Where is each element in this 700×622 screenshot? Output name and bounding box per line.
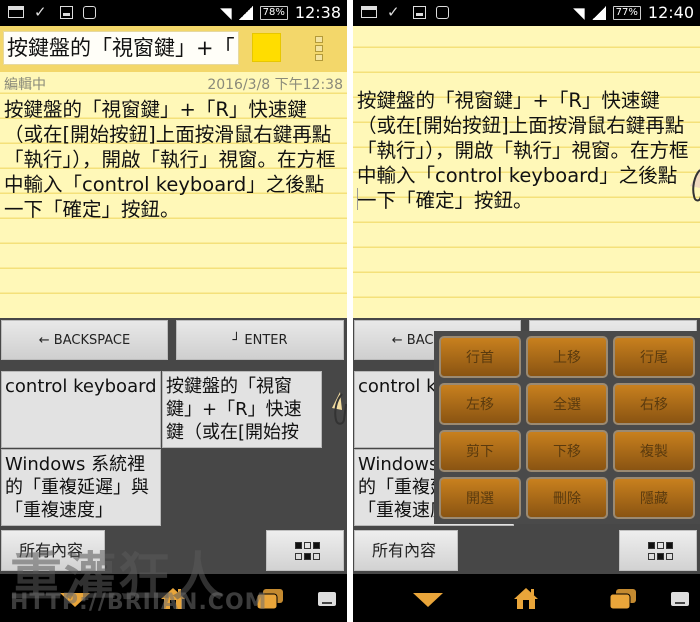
- move-right-button[interactable]: 右移: [613, 383, 695, 425]
- clipboard-item[interactable]: control keyboard: [1, 371, 161, 448]
- grid-cell-icon: [313, 553, 320, 560]
- navigation-bar: [0, 574, 347, 622]
- overflow-menu-button[interactable]: [315, 36, 325, 61]
- left-screen: ✓ ◥ 78% 12:38 按鍵盤的「視窗鍵」+「 編輯中 2016/3/8 下…: [0, 0, 347, 622]
- move-left-button[interactable]: 左移: [439, 383, 521, 425]
- home-icon[interactable]: [160, 586, 186, 610]
- recent-apps-icon[interactable]: [609, 588, 637, 610]
- menu-dot-icon: [315, 45, 323, 52]
- line-start-button[interactable]: 行首: [439, 336, 521, 378]
- move-down-button[interactable]: 下移: [526, 430, 608, 472]
- line-end-button[interactable]: 行尾: [613, 336, 695, 378]
- image-icon: [60, 5, 73, 19]
- grid-cell-icon: [666, 553, 673, 560]
- paperclip-icon: [690, 168, 700, 202]
- database-icon: [83, 5, 96, 19]
- battery-indicator: 78%: [259, 5, 288, 20]
- edit-tools-toggle-button[interactable]: [266, 530, 344, 571]
- grid-cell-icon: [657, 553, 664, 560]
- clock: 12:38: [294, 3, 341, 22]
- image-icon: [413, 5, 426, 19]
- hide-button[interactable]: 隱藏: [613, 477, 695, 519]
- wifi-icon: ◥: [573, 3, 585, 22]
- grid-cell-icon: [666, 542, 673, 549]
- note-editor[interactable]: 按鍵盤的「視窗鍵」+「R」快速鍵（或在[開始按鈕]上面按滑鼠右鍵再點「執行」），…: [353, 26, 700, 537]
- signal-icon: [591, 5, 606, 20]
- grid-cell-icon: [304, 553, 311, 560]
- check-icon: ✓: [34, 3, 47, 21]
- edit-status: 編輯中: [4, 77, 46, 93]
- grid-cell-icon: [648, 553, 655, 560]
- all-content-button[interactable]: 所有內容: [354, 530, 458, 571]
- clipboard-item[interactable]: Windows 系統裡的「重複延遲」與「重複速度」: [1, 449, 161, 526]
- grid-cell-icon: [657, 542, 664, 549]
- edit-tools-toggle-button[interactable]: [619, 530, 697, 571]
- note-title-input[interactable]: 按鍵盤的「視窗鍵」+「: [3, 31, 239, 65]
- select-all-button[interactable]: 全選: [526, 383, 608, 425]
- clipboard-keyboard-panel: ← BACKSPACE ┘ ENTER control keyboard 按鍵盤…: [0, 318, 347, 571]
- grid-cell-icon: [295, 553, 302, 560]
- keyboard-icon[interactable]: [671, 592, 689, 606]
- start-select-button[interactable]: 開選: [439, 477, 521, 519]
- enter-button[interactable]: ┘ ENTER: [176, 320, 344, 360]
- edit-tools-popup: 行首 上移 行尾 左移 全選 右移 剪下 下移 複製 開選 刪除 隱藏: [434, 331, 700, 524]
- signal-icon: [238, 5, 253, 20]
- status-bar: ✓ ◥ 77% 12:40: [353, 0, 700, 26]
- right-screen: ✓ ◥ 77% 12:40 按鍵盤的「視窗鍵」+「R」快速鍵（或在[開始按鈕]上…: [353, 0, 700, 622]
- grid-cell-icon: [648, 542, 655, 549]
- notification-film-icon: [361, 6, 377, 18]
- grid-cell-icon: [304, 542, 311, 549]
- note-meta: 編輯中 2016/3/8 下午12:38: [4, 72, 343, 94]
- note-editor[interactable]: 編輯中 2016/3/8 下午12:38 按鍵盤的「視窗鍵」+「R」快速鍵（或在…: [0, 72, 347, 318]
- note-title-bar: 按鍵盤的「視窗鍵」+「: [0, 26, 347, 72]
- back-chevron-icon[interactable]: [413, 593, 443, 607]
- grid-cell-icon: [313, 542, 320, 549]
- status-bar: ✓ ◥ 78% 12:38: [0, 0, 347, 26]
- cut-button[interactable]: 剪下: [439, 430, 521, 472]
- navigation-bar: [353, 574, 700, 622]
- keyboard-icon[interactable]: [318, 592, 336, 606]
- paperclip-icon: [332, 392, 347, 425]
- note-date: 2016/3/8 下午12:38: [207, 77, 343, 93]
- text-cursor: [357, 188, 358, 210]
- note-body[interactable]: 按鍵盤的「視窗鍵」+「R」快速鍵（或在[開始按鈕]上面按滑鼠右鍵再點「執行」），…: [4, 97, 343, 222]
- move-up-button[interactable]: 上移: [526, 336, 608, 378]
- menu-dot-icon: [315, 36, 323, 43]
- notification-film-icon: [8, 6, 24, 18]
- database-icon: [436, 5, 449, 19]
- note-paragraph: 按鍵盤的「視窗鍵」+「R」快速鍵（或在[開始按鈕]上面按滑鼠右鍵再點「執行」），…: [357, 89, 689, 212]
- home-icon[interactable]: [513, 586, 539, 610]
- note-color-button[interactable]: [252, 33, 281, 62]
- clipboard-item[interactable]: 按鍵盤的「視窗鍵」+「R」快速鍵（或在[開始按: [162, 371, 322, 448]
- backspace-button[interactable]: ← BACKSPACE: [1, 320, 168, 360]
- grid-cell-icon: [295, 542, 302, 549]
- recent-apps-icon[interactable]: [256, 588, 284, 610]
- menu-dot-icon: [315, 54, 323, 61]
- wifi-icon: ◥: [220, 3, 232, 22]
- battery-indicator: 77%: [612, 5, 641, 20]
- copy-button[interactable]: 複製: [613, 430, 695, 472]
- delete-button[interactable]: 刪除: [526, 477, 608, 519]
- check-icon: ✓: [387, 3, 400, 21]
- back-chevron-icon[interactable]: [60, 593, 90, 607]
- clock: 12:40: [647, 3, 694, 22]
- all-content-button[interactable]: 所有內容: [1, 530, 105, 571]
